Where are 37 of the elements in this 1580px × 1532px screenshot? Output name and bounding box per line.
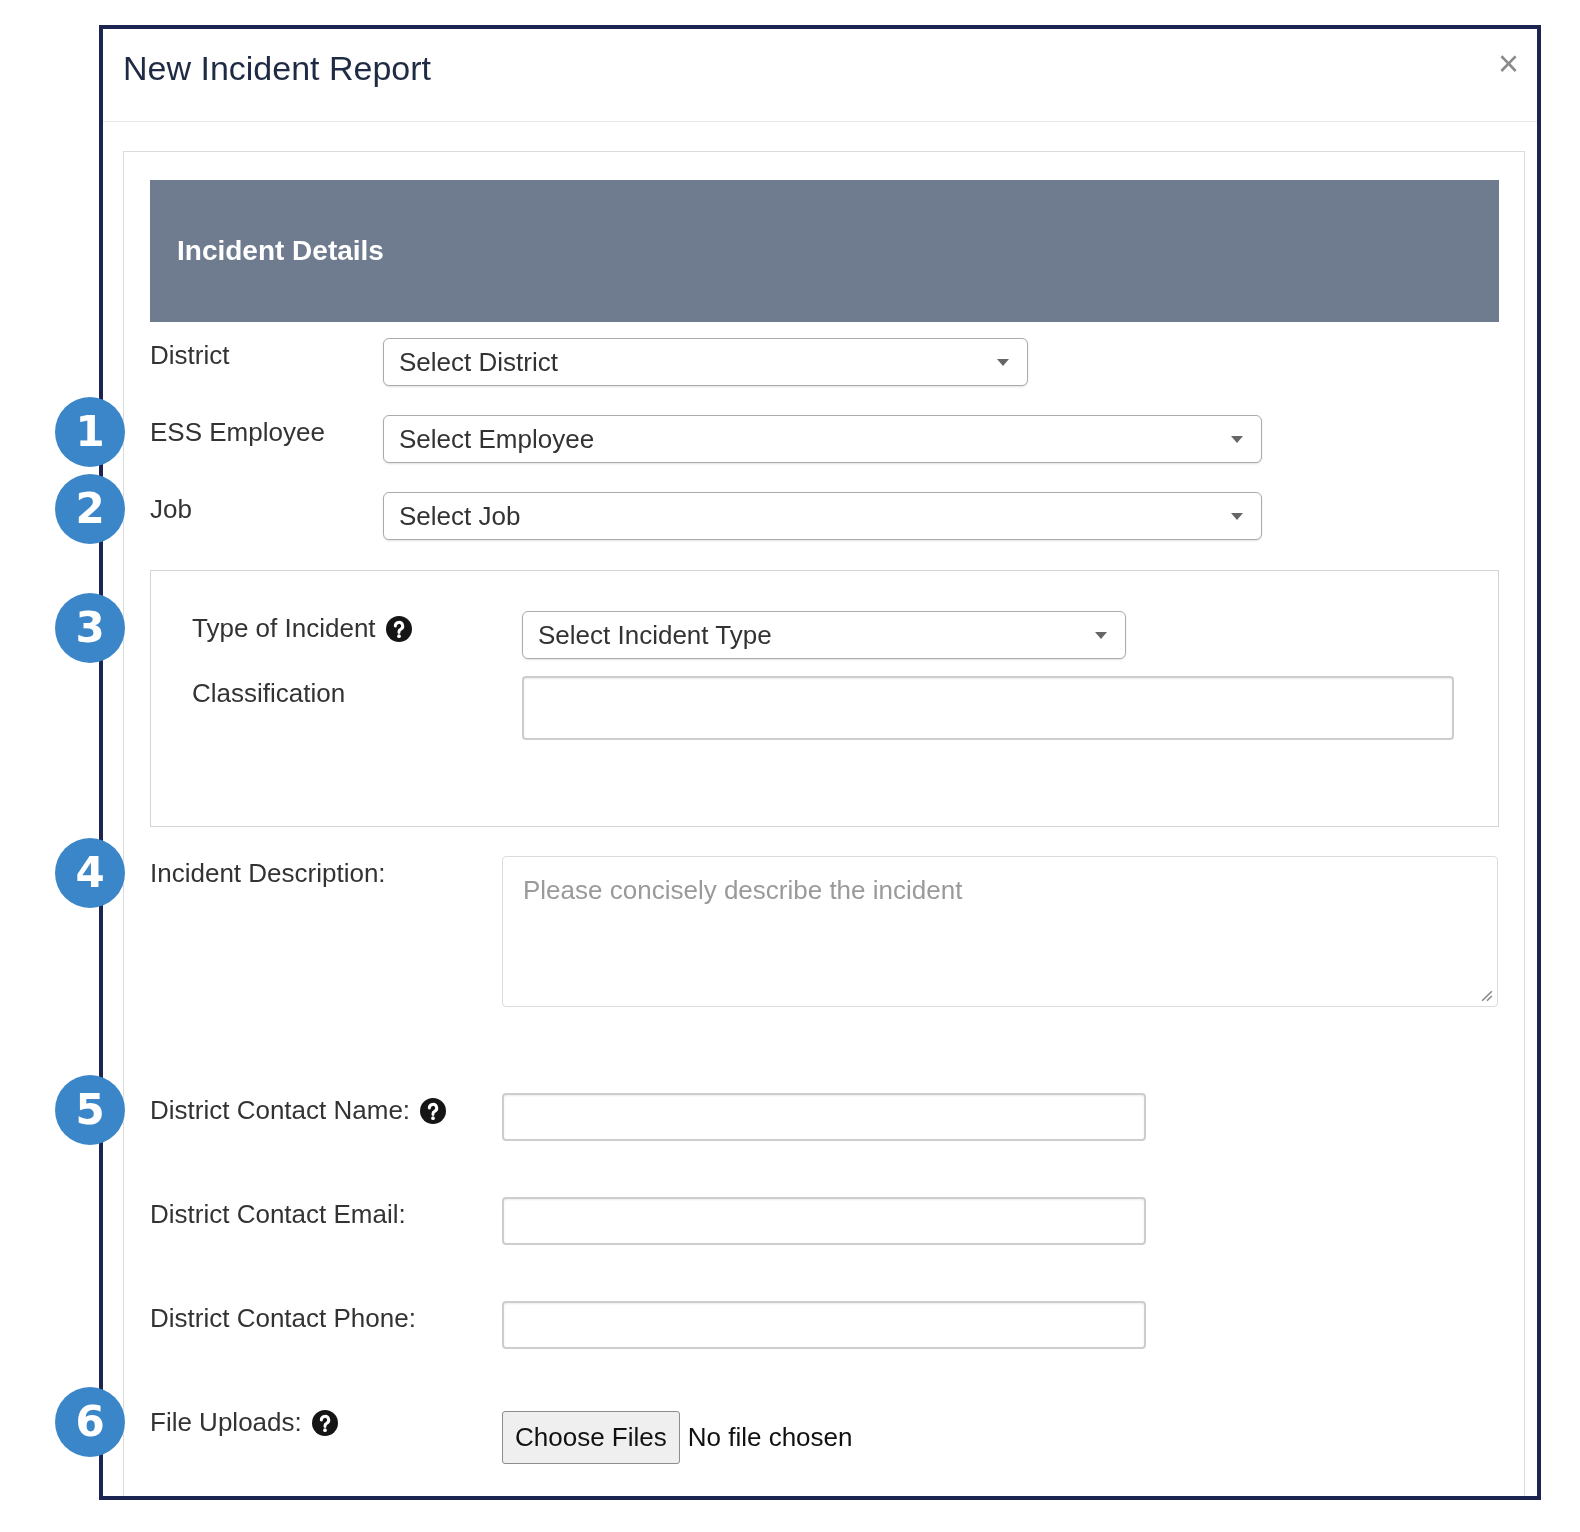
field-label: Job: [150, 494, 192, 526]
caret-icon: [1231, 435, 1243, 443]
choose-files-button[interactable]: Choose Files: [502, 1411, 680, 1464]
text-input[interactable]: [502, 1197, 1146, 1245]
field-label: District Contact Name:: [150, 1095, 411, 1127]
text-input[interactable]: [522, 676, 1454, 740]
resize-grip-icon[interactable]: [1481, 990, 1493, 1002]
dialog-title: New Incident Report: [123, 48, 432, 88]
caret-icon: [1231, 512, 1243, 520]
step-badge: 5: [55, 1074, 125, 1145]
text-input[interactable]: [502, 1301, 1146, 1349]
help-icon[interactable]: [420, 1097, 447, 1124]
field-label: District Contact Email:: [150, 1199, 406, 1231]
field-label: ESS Employee: [150, 417, 325, 449]
step-badge: 2: [55, 473, 125, 544]
field-label: Classification: [192, 678, 346, 710]
caret-icon: [1095, 631, 1107, 639]
step-badge: 1: [55, 396, 125, 467]
field-label: District: [150, 340, 230, 372]
text-input[interactable]: [502, 1093, 1146, 1141]
step-badge: 6: [55, 1386, 125, 1457]
textarea-field[interactable]: Please concisely describe the incident: [502, 856, 1498, 1007]
help-icon[interactable]: [311, 1409, 338, 1436]
section-header: Incident Details: [150, 180, 1499, 322]
file-status-text: No file chosen: [687, 1422, 853, 1453]
field-label: File Uploads:: [150, 1407, 302, 1439]
help-icon[interactable]: [385, 615, 412, 642]
field-label: Type of Incident: [192, 613, 376, 645]
dropdown[interactable]: Select District: [383, 338, 1028, 386]
field-label: Incident Description:: [150, 858, 386, 890]
dropdown[interactable]: Select Incident Type: [522, 611, 1126, 659]
dropdown[interactable]: Select Job: [383, 492, 1262, 540]
step-badge: 3: [55, 592, 125, 663]
step-badge: 4: [55, 837, 125, 908]
dropdown[interactable]: Select Employee: [383, 415, 1262, 463]
field-label: District Contact Phone:: [150, 1303, 416, 1335]
caret-icon: [997, 358, 1009, 366]
